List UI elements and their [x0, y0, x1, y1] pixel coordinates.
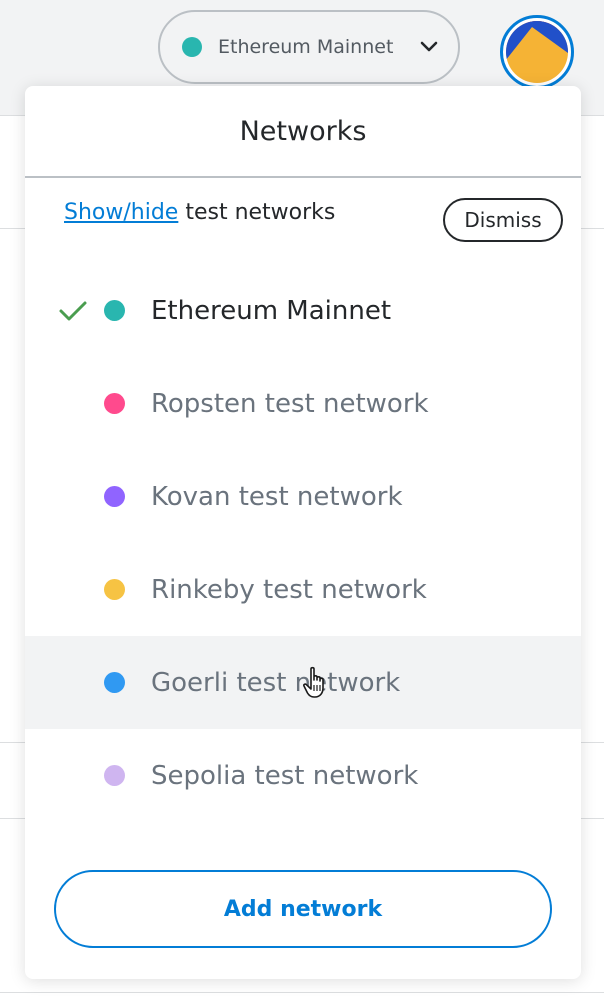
network-item-rinkeby[interactable]: Rinkeby test network	[25, 543, 581, 636]
show-hide-link[interactable]: Show/hide	[64, 200, 178, 225]
notice-text: test networks	[178, 200, 336, 225]
network-selector[interactable]: Ethereum Mainnet	[158, 10, 460, 84]
page: Ethereum Mainnet Networks Show/hide test…	[0, 0, 604, 1000]
check-icon	[58, 296, 88, 326]
networks-dropdown: Networks Show/hide test networks Dismiss…	[25, 86, 581, 979]
background-divider	[0, 992, 604, 993]
network-label: Ethereum Mainnet	[151, 295, 392, 326]
dropdown-title: Networks	[25, 86, 581, 178]
network-color-dot	[104, 300, 125, 321]
network-status-dot	[182, 37, 202, 57]
network-label: Sepolia test network	[151, 760, 419, 791]
network-label: Ropsten test network	[151, 388, 429, 419]
network-list: Ethereum Mainnet Ropsten test network Ko…	[25, 264, 581, 822]
network-color-dot	[104, 672, 125, 693]
network-color-dot	[104, 486, 125, 507]
network-color-dot	[104, 579, 125, 600]
network-item-kovan[interactable]: Kovan test network	[25, 450, 581, 543]
add-network-button[interactable]: Add network	[54, 870, 552, 948]
account-menu-avatar[interactable]	[500, 15, 574, 89]
network-item-sepolia[interactable]: Sepolia test network	[25, 729, 581, 822]
network-label: Goerli test network	[151, 667, 401, 698]
network-item-goerli[interactable]: Goerli test network	[25, 636, 581, 729]
network-color-dot	[104, 765, 125, 786]
network-label: Rinkeby test network	[151, 574, 427, 605]
network-color-dot	[104, 393, 125, 414]
chevron-down-icon	[418, 36, 440, 58]
network-item-ethereum-mainnet[interactable]: Ethereum Mainnet	[25, 264, 581, 357]
network-selector-label: Ethereum Mainnet	[218, 36, 394, 58]
account-jazzicon	[506, 21, 568, 83]
dismiss-button[interactable]: Dismiss	[443, 198, 563, 242]
test-networks-notice: Show/hide test networks	[64, 200, 335, 225]
network-item-ropsten[interactable]: Ropsten test network	[25, 357, 581, 450]
network-label: Kovan test network	[151, 481, 403, 512]
